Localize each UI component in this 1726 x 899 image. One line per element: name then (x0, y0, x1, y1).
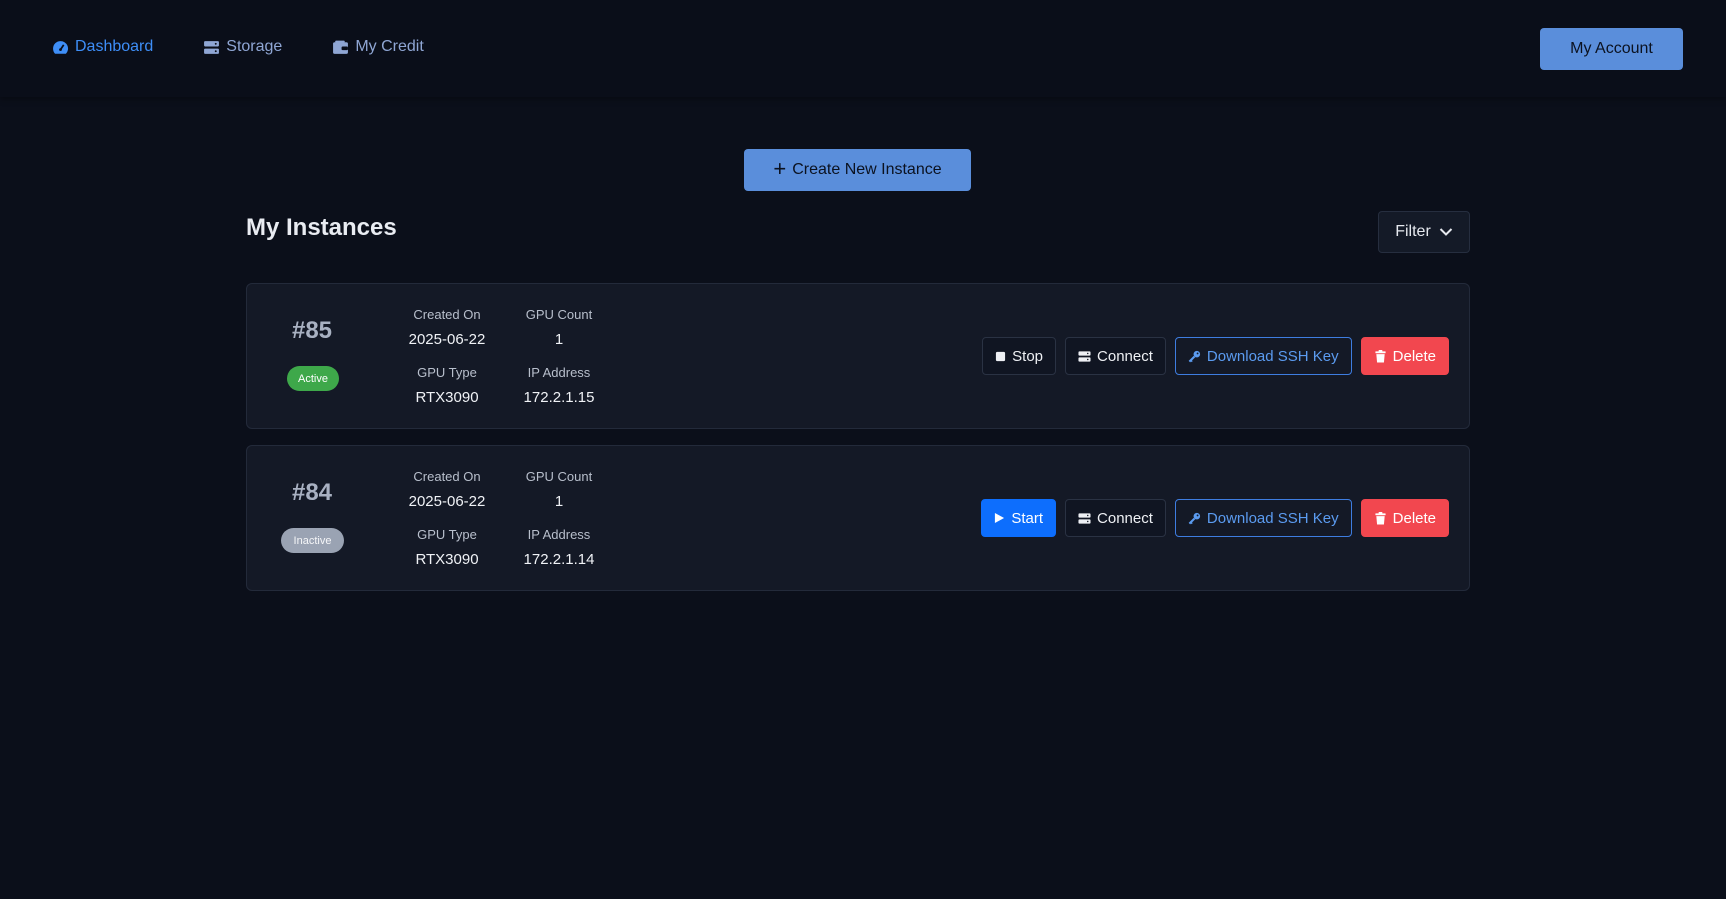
nav-my-credit-label: My Credit (355, 38, 424, 55)
download-ssh-key-label: Download SSH Key (1206, 509, 1339, 527)
created-on-value: 2025-06-22 (408, 331, 486, 348)
chevron-down-icon (1439, 228, 1452, 236)
ip-address-label: IP Address (527, 527, 591, 542)
filter-label: Filter (1395, 223, 1431, 240)
trash-icon (1375, 511, 1386, 525)
nav-storage[interactable]: Storage (203, 38, 282, 56)
ip-address-field: IP Address 172.2.1.15 (509, 365, 609, 406)
gpu-count-value: 1 (554, 331, 564, 348)
gpu-count-label: GPU Count (525, 307, 593, 322)
gpu-type-field: GPU Type RTX3090 (387, 365, 507, 406)
server-icon (1078, 512, 1091, 524)
ip-address-value: 172.2.1.15 (523, 389, 595, 406)
created-on-field: Created On 2025-06-22 (387, 469, 507, 510)
connect-label: Connect (1097, 347, 1153, 365)
storage-icon (204, 40, 220, 54)
instance-id: #85 (291, 317, 333, 344)
start-button[interactable]: Start (981, 499, 1057, 537)
gauge-icon (53, 40, 69, 54)
download-ssh-key-button[interactable]: Download SSH Key (1174, 499, 1352, 537)
stop-button[interactable]: Stop (982, 337, 1057, 375)
ip-address-label: IP Address (527, 365, 591, 380)
download-ssh-key-label: Download SSH Key (1206, 347, 1339, 365)
plus-icon: + (773, 155, 787, 181)
instance-actions: Start Connect Download SSH Key Delete (981, 499, 1449, 537)
status-badge: Inactive (281, 528, 344, 553)
nav-my-credit[interactable]: My Credit (332, 38, 424, 56)
ip-address-field: IP Address 172.2.1.14 (509, 527, 609, 568)
gpu-type-label: GPU Type (417, 527, 477, 542)
instance-actions: Stop Connect Download SSH Key Delete (982, 337, 1449, 375)
nav-dashboard[interactable]: Dashboard (52, 38, 153, 56)
delete-label: Delete (1392, 509, 1436, 527)
download-ssh-key-button[interactable]: Download SSH Key (1174, 337, 1352, 375)
my-account-button[interactable]: My Account (1540, 28, 1683, 70)
gpu-count-label: GPU Count (525, 469, 593, 484)
created-on-label: Created On (413, 307, 481, 322)
start-label: Start (1011, 509, 1044, 527)
nav-storage-label: Storage (226, 38, 283, 55)
key-icon (1188, 350, 1200, 362)
gpu-count-value: 1 (554, 493, 564, 510)
wallet-icon (333, 40, 349, 54)
gpu-type-value: RTX3090 (415, 551, 479, 568)
ip-address-value: 172.2.1.14 (523, 551, 595, 568)
created-on-value: 2025-06-22 (408, 493, 486, 510)
page-title: My Instances (246, 214, 397, 241)
instance-id: #84 (291, 479, 333, 506)
gpu-type-value: RTX3090 (415, 389, 479, 406)
key-icon (1188, 512, 1200, 524)
trash-icon (1375, 349, 1386, 363)
play-icon (995, 512, 1005, 524)
server-icon (1078, 350, 1091, 362)
connect-button[interactable]: Connect (1065, 499, 1166, 537)
created-on-field: Created On 2025-06-22 (387, 307, 507, 348)
stop-icon (996, 351, 1006, 361)
create-instance-label: Create New Instance (792, 161, 942, 178)
created-on-label: Created On (413, 469, 481, 484)
gpu-type-field: GPU Type RTX3090 (387, 527, 507, 568)
gpu-count-field: GPU Count 1 (509, 307, 609, 348)
instance-card: #85 Active Created On 2025-06-22 GPU Cou… (246, 283, 1470, 429)
create-instance-button[interactable]: + Create New Instance (744, 149, 971, 191)
instance-card: #84 Inactive Created On 2025-06-22 GPU C… (246, 445, 1470, 591)
delete-label: Delete (1392, 347, 1436, 365)
stop-label: Stop (1012, 347, 1044, 365)
connect-button[interactable]: Connect (1065, 337, 1166, 375)
gpu-type-label: GPU Type (417, 365, 477, 380)
delete-button[interactable]: Delete (1360, 499, 1449, 537)
nav-dashboard-label: Dashboard (75, 38, 154, 55)
status-badge: Active (287, 366, 339, 391)
gpu-count-field: GPU Count 1 (509, 469, 609, 510)
connect-label: Connect (1097, 509, 1153, 527)
delete-button[interactable]: Delete (1360, 337, 1449, 375)
top-navbar: Dashboard Storage My Credit My Account (0, 0, 1726, 97)
main-nav: Dashboard Storage My Credit (52, 38, 424, 56)
filter-button[interactable]: Filter (1378, 211, 1470, 253)
